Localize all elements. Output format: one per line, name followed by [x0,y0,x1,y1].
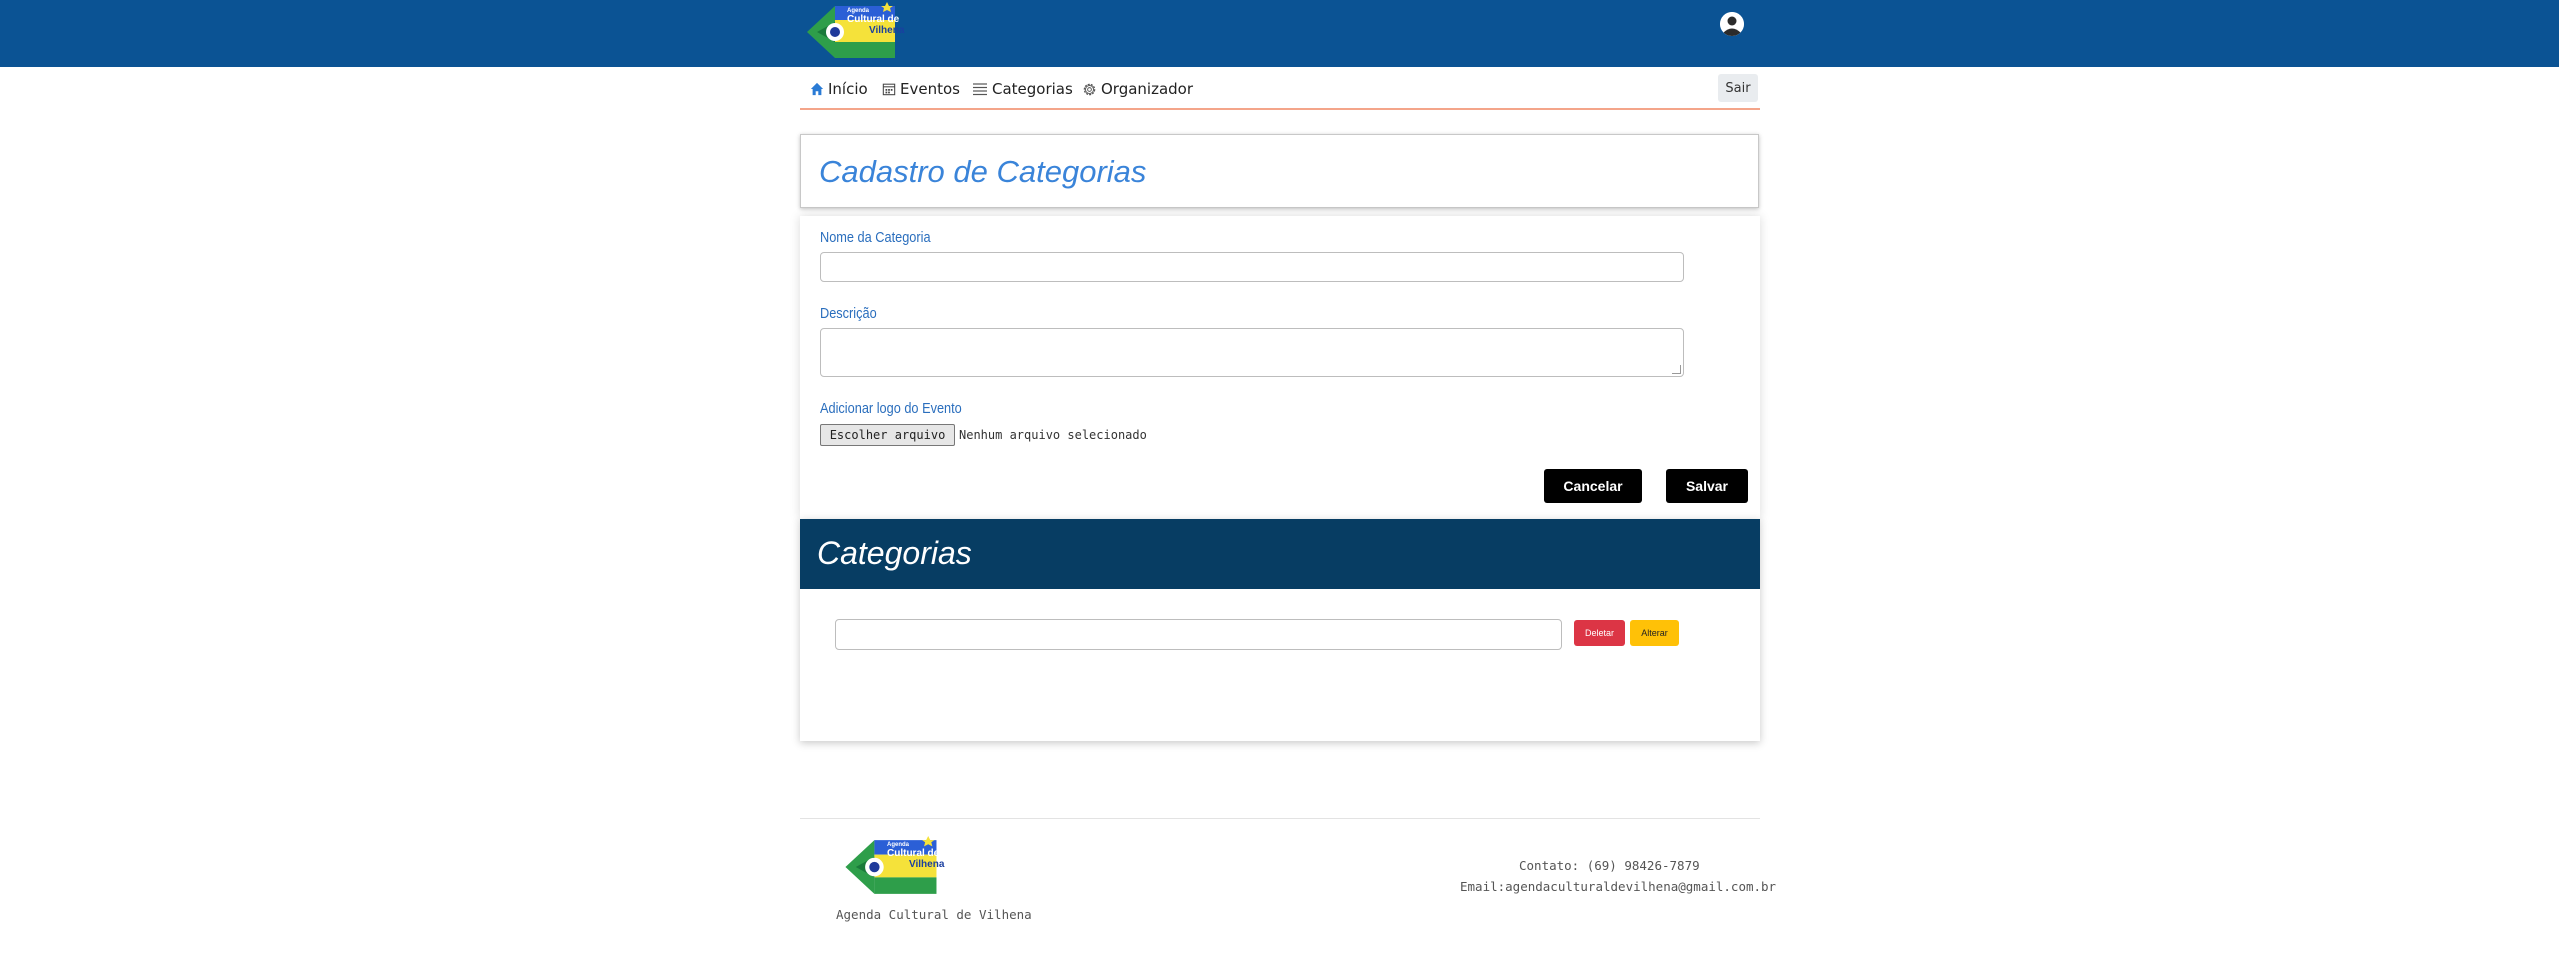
nav-label-organizador: Organizador [1101,80,1194,98]
user-avatar-icon[interactable] [1720,12,1744,36]
site-logo[interactable]: Agenda Cultural de Vilhena [807,2,904,60]
logo-text-line-2: Vilhena [869,25,905,36]
footer-logo-text-line-1: Cultural de [887,848,940,859]
save-button[interactable]: Salvar [1666,469,1748,503]
category-row-input[interactable] [835,619,1562,650]
categories-list-title: Categorias [817,535,972,571]
footer-email[interactable]: Email:agendaculturaldevilhena@gmail.com.… [1460,879,1776,894]
footer-site-name: Agenda Cultural de Vilhena [836,907,1032,922]
nav-label-eventos: Eventos [900,80,960,98]
main-nav: Início Eventos Categorias Organizador [800,70,1760,110]
nav-item-organizador[interactable]: Organizador [1082,78,1193,100]
logo-text-line-1: Cultural de [847,14,900,25]
nav-label-inicio: Início [828,80,868,98]
footer-divider [800,818,1760,819]
category-name-label: Nome da Categoria [820,229,931,246]
file-status-text: Nenhum arquivo selecionado [959,428,1147,442]
textarea-resize-handle[interactable] [1672,365,1681,374]
nav-label-categorias: Categorias [992,80,1073,98]
gear-icon [1083,83,1096,95]
edit-button[interactable]: Alterar [1630,620,1679,646]
footer-logo[interactable]: Agenda Cultural de Vilhena [845,836,944,896]
home-icon [810,82,824,96]
cancel-button[interactable]: Cancelar [1544,469,1642,503]
logo-upload-label: Adicionar logo do Evento [820,400,962,417]
page-title-box: Cadastro de Categorias [800,134,1759,208]
choose-file-button[interactable]: Escolher arquivo [820,424,955,446]
footer-logo-text-line-2: Vilhena [909,859,945,870]
nav-item-categorias[interactable]: Categorias [972,78,1073,100]
logout-button[interactable]: Sair [1718,74,1758,102]
nav-item-eventos[interactable]: Eventos [882,78,960,100]
description-textarea[interactable] [820,328,1684,377]
nav-item-inicio[interactable]: Início [810,78,868,100]
list-icon [973,83,987,96]
footer-contact: Contato: (69) 98426-7879 [1519,858,1700,873]
category-name-input[interactable] [820,252,1684,282]
calendar-icon [882,83,896,96]
page-title: Cadastro de Categorias [819,154,1147,189]
delete-button[interactable]: Deletar [1574,620,1625,646]
description-label: Descrição [820,305,877,322]
top-header-bar: Agenda Cultural de Vilhena [0,0,2559,67]
categories-list-header: Categorias [800,519,1760,589]
